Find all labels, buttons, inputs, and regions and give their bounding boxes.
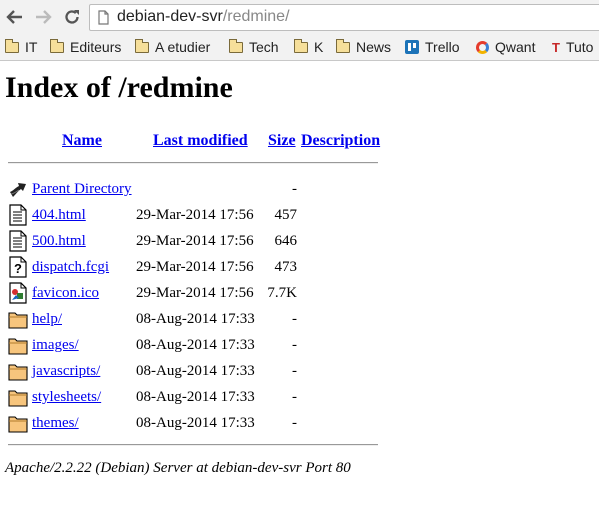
entry-size: - [292, 415, 297, 431]
entry-size: 457 [274, 207, 298, 223]
table-row: stylesheets/ 08-Aug-2014 17:33 - [0, 386, 599, 412]
bookmark-trello[interactable]: Trello [405, 38, 460, 56]
column-header-size[interactable]: Size [268, 132, 296, 150]
entry-modified: 08-Aug-2014 17:33 [136, 311, 255, 327]
arrow-left-icon [6, 10, 22, 24]
url-host: debian-dev-svr [117, 8, 223, 25]
bookmark-label: Tech [249, 39, 279, 55]
entry-size: 473 [274, 259, 298, 275]
back-icon [10, 183, 26, 197]
entry-link[interactable]: help/ [32, 311, 62, 328]
bookmark-label: Trello [425, 39, 460, 55]
tuto-icon: T [552, 39, 560, 55]
bookmark-label: Qwant [495, 39, 536, 55]
entry-size: - [292, 311, 297, 327]
folder-icon [4, 38, 19, 53]
bookmark-qwant[interactable]: Qwant [476, 38, 535, 56]
address-bar[interactable]: debian-dev-svr/redmine/ [89, 4, 599, 31]
image-file-icon [9, 282, 27, 304]
table-row: Parent Directory - [0, 178, 599, 204]
entry-link[interactable]: dispatch.fcgi [32, 259, 109, 276]
table-row: help/ 08-Aug-2014 17:33 - [0, 308, 599, 334]
entry-modified: 08-Aug-2014 17:33 [136, 363, 255, 379]
folder-icon [293, 38, 308, 53]
reload-icon [65, 10, 79, 24]
qwant-icon [476, 40, 489, 54]
column-header-description[interactable]: Description [301, 132, 380, 150]
bookmark-k[interactable]: K [293, 38, 324, 56]
reload-button[interactable] [62, 7, 82, 27]
entry-link[interactable]: 404.html [32, 207, 86, 224]
text-file-icon [9, 204, 27, 226]
table-row: images/ 08-Aug-2014 17:33 - [0, 334, 599, 360]
header-divider [8, 162, 378, 164]
footer-divider [8, 444, 378, 446]
entry-modified: 29-Mar-2014 17:56 [136, 285, 254, 301]
page-icon [98, 10, 109, 25]
folder-icon [134, 38, 149, 53]
bookmark-label: Tuto [565, 39, 594, 55]
folder-icon [335, 38, 350, 53]
folder-icon [49, 38, 64, 53]
entry-size: - [292, 389, 297, 405]
bookmark-editeurs[interactable]: Editeurs [49, 38, 122, 56]
text-file-icon [9, 230, 27, 252]
bookmark-label: Editeurs [70, 39, 122, 55]
entry-size: 7.7K [267, 285, 297, 301]
entry-size: - [292, 181, 297, 197]
folder-icon [8, 312, 28, 329]
entry-link[interactable]: javascripts/ [32, 363, 100, 380]
entry-link[interactable]: favicon.ico [32, 285, 99, 302]
table-row: ? dispatch.fcgi 29-Mar-2014 17:56 473 [0, 256, 599, 282]
entry-link[interactable]: images/ [32, 337, 79, 354]
table-row: favicon.ico 29-Mar-2014 17:56 7.7K [0, 282, 599, 308]
unknown-file-icon: ? [9, 256, 27, 278]
entry-link[interactable]: Parent Directory [32, 181, 132, 198]
folder-icon [8, 390, 28, 407]
column-header-name[interactable]: Name [62, 132, 102, 150]
table-row: 500.html 29-Mar-2014 17:56 646 [0, 230, 599, 256]
bookmark-label: News [356, 39, 392, 55]
entry-modified: 29-Mar-2014 17:56 [136, 259, 254, 275]
bookmark-label: K [314, 39, 324, 55]
table-row: themes/ 08-Aug-2014 17:33 - [0, 412, 599, 438]
entry-link[interactable]: themes/ [32, 415, 79, 432]
entry-size: - [292, 337, 297, 353]
table-row: 404.html 29-Mar-2014 17:56 457 [0, 204, 599, 230]
bookmark-it[interactable]: IT [4, 38, 38, 56]
bookmark-label: IT [25, 39, 38, 55]
bookmark-news[interactable]: News [335, 38, 392, 56]
entry-modified: 08-Aug-2014 17:33 [136, 337, 255, 353]
entry-size: 646 [274, 233, 298, 249]
entry-link[interactable]: 500.html [32, 233, 86, 250]
bookmark-label: A etudier [155, 39, 211, 55]
server-signature: Apache/2.2.22 (Debian) Server at debian-… [5, 460, 351, 476]
entry-link[interactable]: stylesheets/ [32, 389, 101, 406]
entry-modified: 08-Aug-2014 17:33 [136, 415, 255, 431]
bookmark-a-etudier[interactable]: A etudier [134, 38, 211, 56]
folder-icon [8, 416, 28, 433]
browser-toolbar: debian-dev-svr/redmine/ [0, 0, 599, 35]
folder-icon [228, 38, 243, 53]
folder-icon [8, 364, 28, 381]
url-path: /redmine/ [222, 8, 290, 25]
folder-icon [8, 338, 28, 355]
entry-size: - [292, 363, 297, 379]
entry-modified: 29-Mar-2014 17:56 [136, 207, 254, 223]
entry-modified: 29-Mar-2014 17:56 [136, 233, 254, 249]
column-header-last-modified[interactable]: Last modified [153, 132, 248, 150]
entry-modified: 08-Aug-2014 17:33 [136, 389, 255, 405]
table-row: javascripts/ 08-Aug-2014 17:33 - [0, 360, 599, 386]
trello-icon [405, 40, 419, 54]
bookmark-tech[interactable]: Tech [228, 38, 279, 56]
forward-button[interactable] [33, 7, 53, 27]
url-text: debian-dev-svr/redmine/ [117, 8, 290, 26]
arrow-right-icon [36, 10, 52, 24]
svg-text:?: ? [14, 261, 22, 276]
back-button[interactable] [5, 7, 25, 27]
bookmark-tuto[interactable]: T Tuto [552, 38, 593, 56]
bookmarks-bar: IT Editeurs A etudier Tech K News Trello… [0, 35, 599, 61]
page-title: Index of /redmine [5, 71, 233, 104]
